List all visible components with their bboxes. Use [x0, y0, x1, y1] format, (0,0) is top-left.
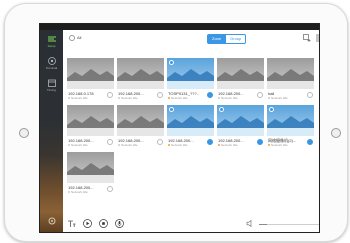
camera-card[interactable]: 网络摄像机(2)... Network Idle: [267, 105, 314, 149]
selected-badge: [219, 107, 224, 112]
camera-status: Network Idle: [268, 143, 288, 147]
tab-group[interactable]: Group: [226, 34, 247, 44]
volume-slider-fill: [259, 224, 268, 225]
settings-icon: [48, 217, 55, 225]
camera-status: Network Idle: [118, 96, 138, 100]
camera-select-checkbox[interactable]: [157, 139, 163, 145]
front-camera: [19, 128, 29, 138]
camera-select-checkbox[interactable]: [157, 92, 163, 98]
camera-card[interactable]: 192.168.200... Network Idle: [67, 152, 114, 196]
camera-card[interactable]: 192.168.200... Network Idle: [217, 105, 264, 149]
camera-thumbnail[interactable]: [267, 105, 314, 136]
view-tabs: Zone Group: [207, 34, 247, 44]
camera-thumbnail[interactable]: [267, 58, 314, 89]
camera-select-checkbox[interactable]: [107, 92, 113, 98]
camera-card[interactable]: TOSP0131_???.. Network Idle: [167, 58, 214, 102]
sidebar: Setup Terminal Timing: [40, 30, 63, 232]
volume-icon[interactable]: [246, 219, 255, 228]
camera-status: Network Idle: [168, 143, 188, 147]
toolbar: All Zone Group: [63, 30, 319, 44]
main-content: All Zone Group 192.168.0.178 Network Idle…: [63, 30, 319, 232]
terminal-icon: [47, 57, 56, 65]
camera-select-checkbox[interactable]: [307, 139, 313, 145]
camera-select-checkbox[interactable]: [107, 139, 113, 145]
sidebar-item-label: Setup: [47, 44, 56, 48]
camera-status: Network Idle: [68, 96, 88, 100]
camera-select-checkbox[interactable]: [207, 92, 213, 98]
camera-thumbnail[interactable]: [167, 58, 214, 89]
camera-status: Network Idle: [68, 143, 88, 147]
app-screen: Setup Terminal Timing All Zone Group 192…: [39, 23, 320, 233]
tab-zone[interactable]: Zone: [207, 34, 227, 44]
add-device-icon[interactable]: [303, 34, 311, 42]
camera-status: Network Idle: [68, 190, 88, 194]
sidebar-item-terminal[interactable]: Terminal: [40, 56, 63, 70]
selected-badge: [169, 107, 174, 112]
stop-icon[interactable]: [99, 219, 108, 228]
camera-status: Network Idle: [118, 143, 138, 147]
camera-select-checkbox[interactable]: [207, 139, 213, 145]
select-all-label: All: [77, 35, 82, 40]
selected-badge: [169, 60, 174, 65]
camera-select-checkbox[interactable]: [257, 92, 263, 98]
home-button[interactable]: [331, 128, 341, 138]
sidebar-item-label: Terminal: [45, 66, 58, 70]
camera-thumbnail[interactable]: [117, 58, 164, 89]
sidebar-item-setup[interactable]: Setup: [40, 34, 63, 48]
select-all-checkbox[interactable]: [69, 35, 75, 41]
camera-card[interactable]: 192.168.0.178 Network Idle: [67, 58, 114, 102]
text-icon[interactable]: [67, 219, 76, 228]
camera-thumbnail[interactable]: [67, 152, 114, 183]
camera-select-checkbox[interactable]: [307, 92, 313, 98]
microphone-icon[interactable]: [115, 219, 124, 228]
camera-card[interactable]: 192.168.200... Network Idle: [217, 58, 264, 102]
sidebar-settings[interactable]: [40, 216, 63, 226]
camera-thumbnail[interactable]: [117, 105, 164, 136]
camera-card[interactable]: 192.168.200... Network Idle: [67, 105, 114, 149]
list-view-icon[interactable]: [315, 34, 320, 42]
camera-status: Network Idle: [168, 96, 188, 100]
setup-icon: [47, 36, 56, 42]
camera-select-checkbox[interactable]: [107, 186, 113, 192]
camera-card[interactable]: 192.168.200... Network Idle: [117, 58, 164, 102]
camera-card[interactable]: 192.168.200... Network Idle: [167, 105, 214, 149]
camera-status: Network Idle: [268, 96, 288, 100]
bottom-bar: [63, 214, 319, 232]
camera-status: Network Idle: [218, 143, 238, 147]
camera-thumbnail[interactable]: [217, 58, 264, 89]
camera-card[interactable]: hall Network Idle: [267, 58, 314, 102]
selected-badge: [269, 107, 274, 112]
camera-thumbnail[interactable]: [67, 58, 114, 89]
camera-thumbnail[interactable]: [67, 105, 114, 136]
play-icon[interactable]: [83, 219, 92, 228]
camera-status: Network Idle: [218, 96, 238, 100]
sidebar-item-label: Timing: [47, 88, 56, 92]
sidebar-item-timing[interactable]: Timing: [40, 78, 63, 92]
volume-slider[interactable]: [259, 224, 319, 225]
camera-thumbnail[interactable]: [217, 105, 264, 136]
camera-thumbnail[interactable]: [167, 105, 214, 136]
camera-card[interactable]: 192.168.200... Network Idle: [117, 105, 164, 149]
camera-select-checkbox[interactable]: [257, 139, 263, 145]
timing-icon: [47, 79, 56, 87]
